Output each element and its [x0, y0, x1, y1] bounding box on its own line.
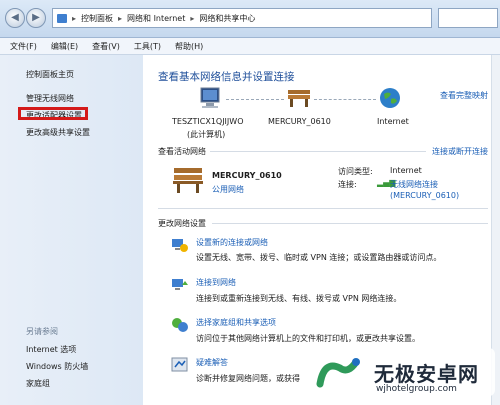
task-new-connection-desc: 设置无线、宽带、拨号、临时或 VPN 连接；或设置路由器或访问点。: [196, 253, 442, 262]
sidebar-item-advanced-sharing[interactable]: 更改高级共享设置: [26, 127, 90, 138]
active-networks-heading: 查看活动网络: [158, 147, 206, 156]
forward-arrow-icon: ▶: [32, 12, 40, 23]
sidebar-item-firewall[interactable]: Windows 防火墙: [26, 361, 88, 372]
address-bar[interactable]: ▸ 控制面板 ▸ 网络和 Internet ▸ 网络和共享中心: [52, 8, 432, 28]
highlight-box: [18, 107, 88, 120]
network-name: MERCURY_0610: [212, 171, 282, 180]
menu-help[interactable]: 帮助(H): [175, 41, 203, 52]
sidebar-item-homegroup[interactable]: 家庭组: [26, 378, 50, 389]
homegroup-icon: [171, 316, 189, 336]
network-folder-icon: [57, 13, 67, 23]
sidebar-item-control-panel-home[interactable]: 控制面板主页: [26, 69, 74, 80]
task-homegroup-desc: 访问位于其他网络计算机上的文件和打印机，或更改共享设置。: [196, 334, 420, 343]
sidebar-item-internet-options[interactable]: Internet 选项: [26, 344, 76, 355]
divider: [158, 208, 488, 209]
breadcrumb-separator-icon: ▸: [190, 13, 195, 23]
computer-name: TESZTICX1QJIJWO: [172, 117, 244, 126]
menu-tools[interactable]: 工具(T): [134, 41, 161, 52]
watermark-url: wjhotelgroup.com: [376, 384, 457, 394]
divider: [212, 223, 488, 224]
computer-subtitle: (此计算机): [187, 130, 226, 139]
task-troubleshoot-desc: 诊断并修复网络问题，或获得: [196, 374, 300, 383]
link-line: [314, 99, 376, 100]
bench-network-icon: [172, 166, 204, 196]
watermark-logo-icon: [316, 354, 366, 394]
wireless-connection-ssid[interactable]: (MERCURY_0610): [390, 191, 459, 200]
task-connect-network-link[interactable]: 连接到网络: [196, 277, 236, 288]
link-line: [226, 99, 284, 100]
troubleshoot-icon: [171, 356, 189, 376]
wireless-connection-link[interactable]: 无线网络连接: [390, 179, 438, 190]
access-type-value: Internet: [390, 166, 422, 175]
computer-icon: [197, 86, 223, 112]
divider: [210, 151, 426, 152]
breadcrumb-network-center[interactable]: 网络和共享中心: [199, 13, 255, 24]
back-arrow-icon: ◀: [11, 12, 19, 23]
menu-edit[interactable]: 编辑(E): [51, 41, 78, 52]
task-new-connection-link[interactable]: 设置新的连接或网络: [196, 237, 268, 248]
see-also-heading: 另请参阅: [26, 327, 58, 336]
change-settings-heading: 更改网络设置: [158, 219, 206, 228]
router-bench-icon: [286, 88, 312, 110]
access-type-label: 访问类型:: [338, 167, 373, 176]
breadcrumb-separator-icon: ▸: [72, 13, 77, 23]
connections-label: 连接:: [338, 180, 357, 189]
sidebar-item-manage-wireless[interactable]: 管理无线网络: [26, 93, 74, 104]
connect-network-icon: [171, 276, 189, 296]
forward-button[interactable]: ▶: [26, 8, 46, 28]
task-homegroup-link[interactable]: 选择家庭组和共享选项: [196, 317, 276, 328]
see-full-map-link[interactable]: 查看完整映射: [440, 90, 488, 101]
back-button[interactable]: ◀: [5, 8, 25, 28]
network-type-link[interactable]: 公用网络: [212, 184, 244, 195]
task-connect-network-desc: 连接到或重新连接到无线、有线、拨号或 VPN 网络连接。: [196, 294, 402, 303]
globe-icon: [379, 87, 401, 111]
search-input[interactable]: [438, 8, 498, 28]
page-title: 查看基本网络信息并设置连接: [158, 71, 295, 83]
menu-file[interactable]: 文件(F): [10, 41, 37, 52]
router-name: MERCURY_0610: [268, 117, 331, 126]
window-titlebar: ◀ ▶ ▸ 控制面板 ▸ 网络和 Internet ▸ 网络和共享中心: [0, 0, 500, 38]
watermark-brand: 无极安卓网: [374, 362, 479, 386]
menu-bar: 文件(F) 编辑(E) 查看(V) 工具(T) 帮助(H): [0, 38, 500, 55]
internet-label: Internet: [377, 117, 409, 126]
breadcrumb-separator-icon: ▸: [118, 13, 123, 23]
breadcrumb-control-panel[interactable]: 控制面板: [81, 13, 113, 24]
new-connection-icon: [171, 236, 189, 256]
task-troubleshoot-link[interactable]: 疑难解答: [196, 357, 228, 368]
menu-view[interactable]: 查看(V): [92, 41, 120, 52]
connect-disconnect-link[interactable]: 连接或断开连接: [432, 146, 488, 157]
breadcrumb-network-internet[interactable]: 网络和 Internet: [127, 13, 185, 24]
